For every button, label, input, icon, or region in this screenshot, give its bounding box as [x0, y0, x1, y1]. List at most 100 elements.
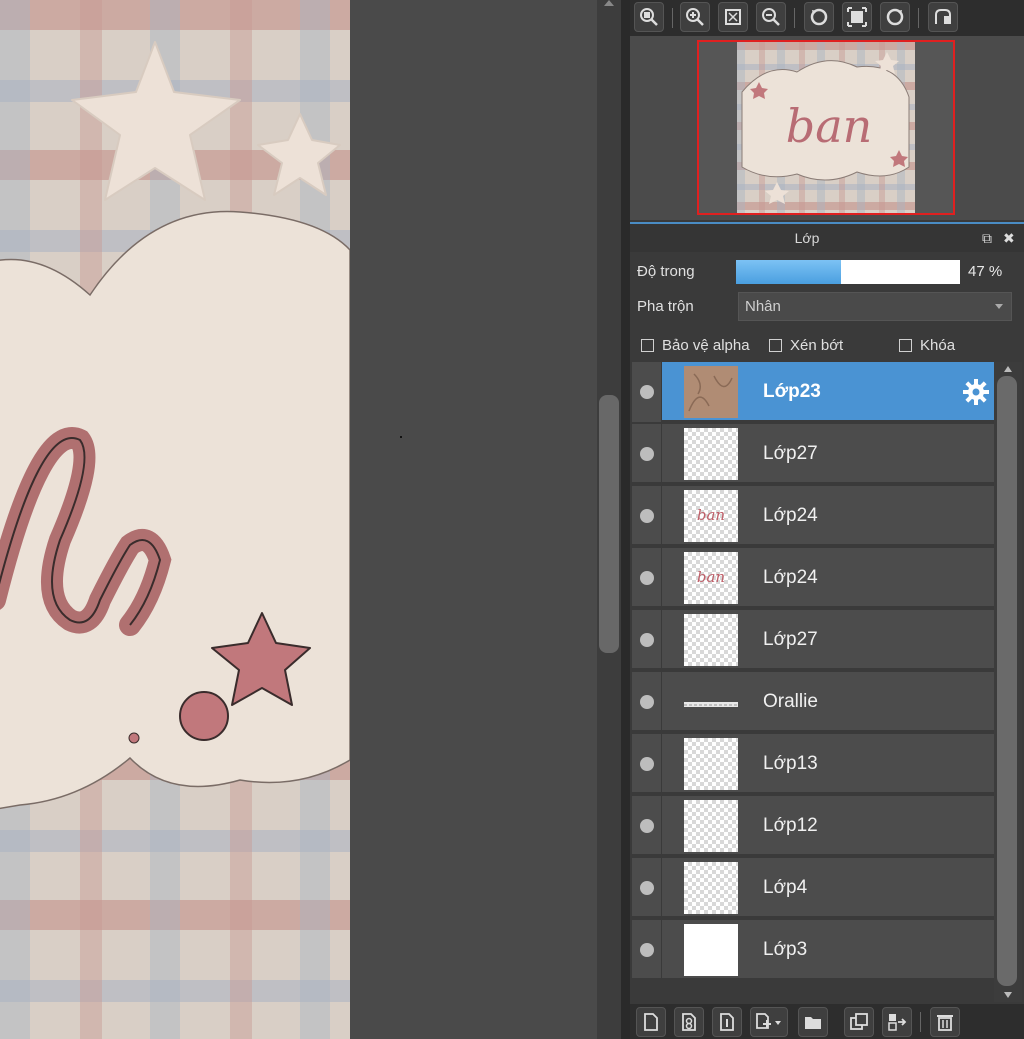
navigator-preview[interactable]: ban	[630, 36, 1024, 220]
protect-alpha-label: Bảo vệ alpha	[662, 337, 750, 354]
zoom-fit-icon[interactable]	[634, 2, 664, 32]
layer-panel-header: Lớp ⧉ ✖	[630, 222, 1024, 252]
layer-thumbnail	[684, 697, 738, 707]
visibility-toggle[interactable]	[632, 796, 662, 856]
layer-thumbnail	[684, 924, 738, 976]
opacity-value: 47 %	[968, 263, 1003, 280]
artwork-canvas[interactable]	[0, 0, 350, 1039]
layer-name: Lớp3	[763, 939, 808, 960]
layer-row[interactable]: ban Lớp24	[632, 548, 994, 608]
eye-icon[interactable]	[640, 509, 654, 523]
checkbox-box[interactable]	[899, 339, 912, 352]
eye-icon[interactable]	[640, 819, 654, 833]
eye-icon[interactable]	[640, 695, 654, 709]
blend-mode-select[interactable]: Nhân	[738, 292, 1012, 321]
navigator-view-frame[interactable]: ban	[697, 40, 955, 215]
visibility-toggle[interactable]	[632, 920, 662, 980]
eye-icon[interactable]	[640, 881, 654, 895]
visibility-toggle[interactable]	[632, 424, 662, 484]
scroll-up-icon[interactable]	[604, 0, 614, 6]
layer-list: Lớp23 Lớp27 ban Lớp24 ban Lớp24 Lớp27 Orallie Lớ…	[632, 362, 994, 1002]
visibility-toggle[interactable]	[632, 362, 662, 422]
layer-scroll-thumb[interactable]	[997, 376, 1017, 986]
eye-icon[interactable]	[640, 571, 654, 585]
layer-thumbnail	[684, 800, 738, 852]
new-8bit-layer-icon[interactable]	[674, 1007, 704, 1037]
panel-divider	[621, 0, 630, 1039]
visibility-toggle[interactable]	[632, 734, 662, 794]
navigator-margin	[699, 42, 737, 213]
lock-label: Khóa	[920, 337, 956, 354]
zoom-in-icon[interactable]	[680, 2, 710, 32]
clipping-checkbox[interactable]: Xén bớt	[769, 337, 843, 354]
rotate-left-icon[interactable]	[804, 2, 834, 32]
layer-panel-title: Lớp	[794, 230, 820, 246]
add-layer-menu-icon[interactable]	[750, 1007, 788, 1037]
blend-mode-label: Pha trộn	[637, 298, 694, 315]
toolbar-separator	[672, 8, 673, 28]
layer-row[interactable]: Lớp27	[632, 424, 994, 484]
zoom-out-icon[interactable]	[756, 2, 786, 32]
eye-icon[interactable]	[640, 447, 654, 461]
eye-icon[interactable]	[640, 633, 654, 647]
protect-alpha-checkbox[interactable]: Bảo vệ alpha	[641, 337, 750, 354]
layer-row[interactable]: ban Lớp24	[632, 486, 994, 546]
visibility-toggle[interactable]	[632, 610, 662, 670]
layer-name: Lớp24	[763, 505, 818, 526]
opacity-slider[interactable]	[736, 260, 960, 284]
actual-size-icon[interactable]	[842, 2, 872, 32]
layer-name: Lớp23	[763, 381, 821, 402]
layer-row[interactable]: Lớp12	[632, 796, 994, 856]
layer-list-scrollbar[interactable]	[994, 362, 1022, 1002]
visibility-toggle[interactable]	[632, 672, 662, 732]
layer-row[interactable]: Lớp3	[632, 920, 994, 980]
layer-name: Orallie	[763, 691, 818, 712]
layer-row[interactable]: Lớp13	[632, 734, 994, 794]
eye-icon[interactable]	[640, 385, 654, 399]
layer-row[interactable]: Lớp27	[632, 610, 994, 670]
visibility-toggle[interactable]	[632, 486, 662, 546]
visibility-toggle[interactable]	[632, 548, 662, 608]
close-icon[interactable]: ✖	[1003, 230, 1015, 247]
scroll-up-icon[interactable]	[1004, 366, 1012, 372]
layer-toolbar	[630, 1004, 1024, 1039]
toolbar-separator	[920, 1012, 921, 1032]
fit-window-icon[interactable]	[718, 2, 748, 32]
canvas-vertical-scrollbar[interactable]	[597, 0, 621, 1039]
folder-icon[interactable]	[798, 1007, 828, 1037]
layer-row[interactable]: Lớp4	[632, 858, 994, 918]
merge-down-icon[interactable]	[882, 1007, 912, 1037]
duplicate-layer-icon[interactable]	[844, 1007, 874, 1037]
thumbnail-text: ban	[696, 568, 726, 586]
scroll-down-icon[interactable]	[1004, 992, 1012, 998]
eye-icon[interactable]	[640, 757, 654, 771]
layer-name: Lớp27	[763, 443, 818, 464]
rotate-right-icon[interactable]	[880, 2, 910, 32]
layer-thumbnail	[684, 428, 738, 480]
opacity-slider-fill	[736, 260, 842, 284]
lock-checkbox[interactable]: Khóa	[899, 337, 955, 354]
blend-mode-value: Nhân	[745, 298, 781, 315]
undock-icon[interactable]: ⧉	[982, 230, 992, 247]
new-layer-icon[interactable]	[636, 1007, 666, 1037]
trash-icon[interactable]	[930, 1007, 960, 1037]
checkbox-box[interactable]	[769, 339, 782, 352]
chevron-down-icon	[995, 304, 1003, 309]
canvas-area[interactable]	[0, 0, 600, 1039]
new-1bit-layer-icon[interactable]	[712, 1007, 742, 1037]
visibility-toggle[interactable]	[632, 858, 662, 918]
canvas-scroll-thumb[interactable]	[599, 395, 619, 653]
layer-thumbnail	[684, 738, 738, 790]
eye-icon[interactable]	[640, 943, 654, 957]
layer-name: Lớp24	[763, 567, 818, 588]
layer-row[interactable]: Lớp23	[632, 362, 994, 422]
layer-row[interactable]: Orallie	[632, 672, 994, 732]
layer-thumbnail	[684, 862, 738, 914]
opacity-label: Độ trong	[637, 263, 695, 280]
flip-icon[interactable]	[928, 2, 958, 32]
thumbnail-text: ban	[696, 506, 726, 524]
navigator-preview-text: ban	[786, 99, 873, 153]
layer-thumbnail	[684, 614, 738, 666]
gear-icon[interactable]	[962, 378, 990, 406]
checkbox-box[interactable]	[641, 339, 654, 352]
